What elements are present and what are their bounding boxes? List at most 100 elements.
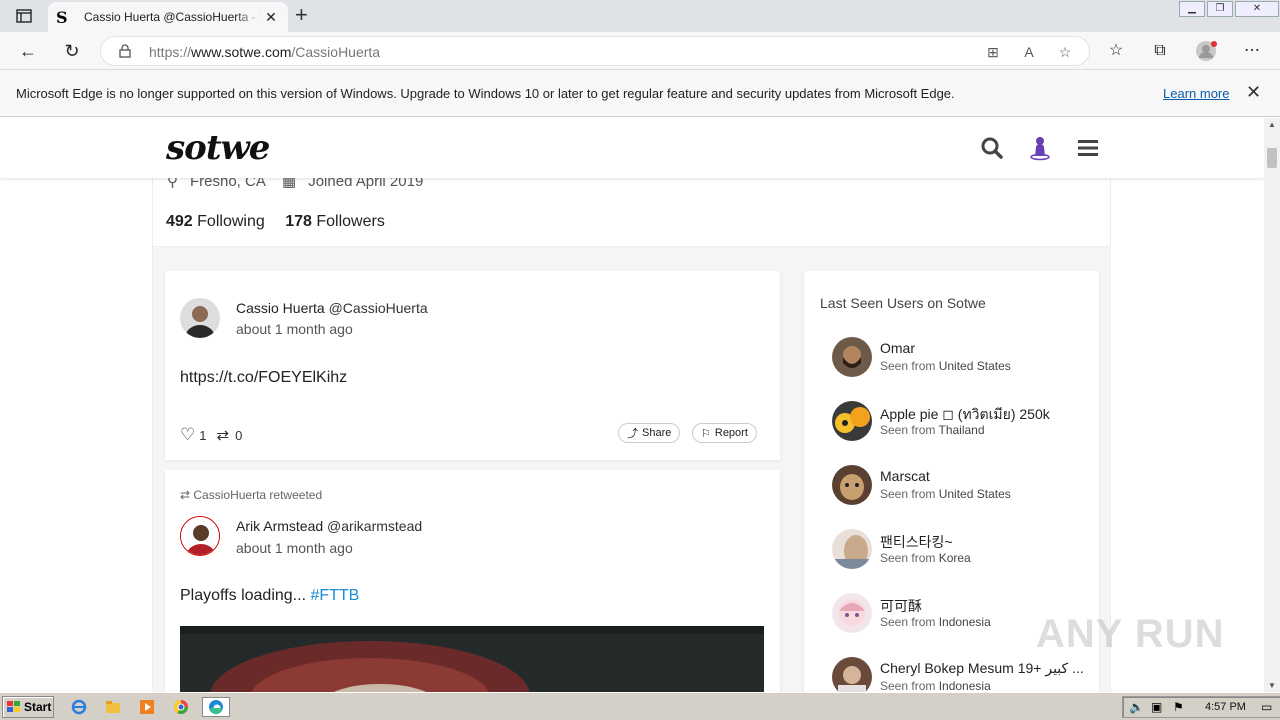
back-icon[interactable]: ←: [16, 40, 40, 62]
following-count: 492: [166, 213, 193, 230]
explorer-icon[interactable]: [102, 697, 124, 717]
tab-close-icon[interactable]: ✕: [262, 9, 280, 26]
last-seen-user[interactable]: 팬티스타킹~ Seen from Korea: [832, 529, 1092, 573]
add-favorite-icon[interactable]: ☆: [1055, 42, 1075, 62]
user-seen-from: Seen from Korea: [880, 551, 971, 565]
seen-prefix: Seen from: [880, 423, 936, 437]
tweet-author[interactable]: Cassio Huerta @CassioHuerta: [236, 300, 428, 316]
start-button[interactable]: Start: [2, 696, 54, 718]
search-icon[interactable]: [978, 134, 1006, 162]
user-name: 팬티스타킹~: [880, 534, 953, 550]
profile-counts: 492 Following 178 Followers: [166, 213, 401, 231]
apps-icon[interactable]: ⊞: [983, 42, 1003, 62]
infobar-close-icon[interactable]: ✕: [1246, 82, 1261, 103]
tweet-author[interactable]: Arik Armstead @arikarmstead: [236, 518, 422, 534]
seen-country: United States: [938, 487, 1011, 501]
last-seen-user[interactable]: Marscat Seen from United States: [832, 465, 1092, 509]
favorites-icon[interactable]: ☆: [1104, 40, 1128, 62]
collections-icon[interactable]: ⧉: [1148, 40, 1172, 62]
user-avatar: [832, 401, 872, 441]
retweet-count: 0: [235, 427, 243, 443]
retweet-icon[interactable]: ⇄: [216, 426, 229, 444]
author-avatar[interactable]: [180, 516, 220, 556]
last-seen-user[interactable]: Cheryl Bokep Mesum 19+ كبير ... Seen fro…: [832, 657, 1092, 692]
address-bar[interactable]: https://www.sotwe.com/CassioHuerta ⊞ A ☆: [100, 36, 1090, 66]
author-name: Arik Armstead: [236, 518, 324, 534]
settings-more-icon[interactable]: ⋯: [1240, 40, 1264, 62]
seen-prefix: Seen from: [880, 487, 936, 501]
restore-button[interactable]: ❐: [1207, 1, 1233, 17]
share-button[interactable]: ⤴ Share: [618, 423, 681, 443]
page-viewport: sotwe ⚲ Fresno, CA ▦ Joined April 2019 492…: [0, 118, 1264, 692]
lock-icon: [119, 44, 131, 58]
chrome-icon[interactable]: [170, 697, 192, 717]
tweet-media[interactable]: [180, 626, 764, 692]
profile-avatar-icon[interactable]: [1194, 40, 1218, 62]
followers-link[interactable]: 178 Followers: [285, 213, 385, 230]
flag-icon: ⚐: [701, 427, 711, 440]
author-avatar[interactable]: [180, 298, 220, 338]
window-close-button[interactable]: ✕: [1235, 1, 1279, 17]
tweet-stats: ♡ 1 ⇄ 0: [180, 425, 242, 445]
tab-title: Cassio Huerta @CassioHuerta - T: [84, 10, 262, 24]
report-button[interactable]: ⚐ Report: [692, 423, 757, 443]
read-aloud-icon[interactable]: A: [1019, 42, 1039, 62]
author-name: Cassio Huerta: [236, 300, 325, 316]
last-seen-user[interactable]: Omar Seen from United States: [832, 337, 1092, 381]
url-prefix: https://: [149, 44, 192, 60]
system-tray: 🔈 ▣ ⚑ 4:57 PM ▭: [1122, 696, 1280, 718]
media-player-icon[interactable]: [136, 697, 158, 717]
learn-more-link[interactable]: Learn more: [1163, 86, 1229, 101]
infobar-message: Microsoft Edge is no longer supported on…: [16, 86, 955, 101]
flag-tray-icon[interactable]: ⚑: [1173, 700, 1184, 714]
url-text: https://www.sotwe.com/CassioHuerta: [149, 44, 380, 60]
tweet-time[interactable]: about 1 month ago: [236, 540, 353, 556]
scroll-up-icon[interactable]: ▲: [1268, 120, 1276, 129]
scroll-down-icon[interactable]: ▼: [1268, 681, 1276, 690]
user-seen-from: Seen from Indonesia: [880, 615, 991, 629]
user-seen-from: Seen from Indonesia: [880, 679, 991, 692]
seen-country: Thailand: [938, 423, 985, 437]
new-tab-button[interactable]: +: [295, 4, 308, 26]
window-controls: ▁ ❐ ✕: [1178, 0, 1280, 18]
last-seen-user[interactable]: Apple pie ◻ (ทวิตเมีย) 250k Seen from Th…: [832, 401, 1092, 445]
user-name: Cheryl Bokep Mesum 19+ كبير ...: [880, 660, 1084, 676]
clock: 4:57 PM: [1205, 701, 1246, 713]
seen-country: Indonesia: [938, 615, 991, 629]
show-desktop-icon[interactable]: ▭: [1261, 700, 1272, 714]
like-icon[interactable]: ♡: [180, 425, 195, 445]
scroll-thumb[interactable]: [1267, 148, 1277, 168]
ie-icon[interactable]: [68, 697, 90, 717]
hashtag-link[interactable]: #FTTB: [310, 587, 359, 604]
menu-icon[interactable]: [1074, 134, 1102, 162]
user-avatar: [832, 465, 872, 505]
seen-country: United States: [938, 359, 1011, 373]
network-icon[interactable]: ▣: [1151, 700, 1162, 714]
user-avatar: [832, 337, 872, 377]
refresh-icon[interactable]: ↻: [60, 40, 84, 62]
page-scrollbar[interactable]: ▲ ▼: [1264, 118, 1280, 692]
edge-taskbar-icon[interactable]: [202, 697, 230, 717]
retweet-small-icon: ⇄: [180, 488, 194, 502]
tweet-time[interactable]: about 1 month ago: [236, 321, 353, 337]
sotwe-favicon-icon: S: [56, 7, 68, 27]
user-icon[interactable]: [1026, 134, 1054, 162]
start-label: Start: [24, 700, 52, 714]
tweet-card: Cassio Huerta @CassioHuerta about 1 mont…: [165, 271, 780, 460]
tab-strip: S Cassio Huerta @CassioHuerta - T ✕ + ▁ …: [0, 0, 1280, 32]
seen-country: Korea: [938, 551, 971, 565]
followers-count: 178: [285, 213, 312, 230]
sotwe-logo[interactable]: sotwe: [166, 128, 270, 168]
browser-tab-active[interactable]: S Cassio Huerta @CassioHuerta - T ✕: [48, 2, 288, 32]
address-toolbar: ← ↻ https://www.sotwe.com/CassioHuerta ⊞…: [0, 32, 1280, 70]
tab-actions-icon[interactable]: [8, 5, 40, 27]
retweeted-by-text: CassioHuerta retweeted: [193, 488, 323, 502]
tweet-text[interactable]: Playoffs loading... #FTTB: [180, 587, 359, 605]
tweet-text[interactable]: https://t.co/FOEYElKihz: [180, 369, 347, 387]
following-label: Following: [197, 213, 265, 230]
windows-taskbar: Start 🔈 ▣ ⚑ 4:57 PM ▭: [0, 692, 1280, 720]
volume-icon[interactable]: 🔈: [1129, 700, 1144, 714]
minimize-button[interactable]: ▁: [1179, 1, 1205, 17]
following-link[interactable]: 492 Following: [166, 213, 265, 230]
user-avatar: [832, 529, 872, 569]
